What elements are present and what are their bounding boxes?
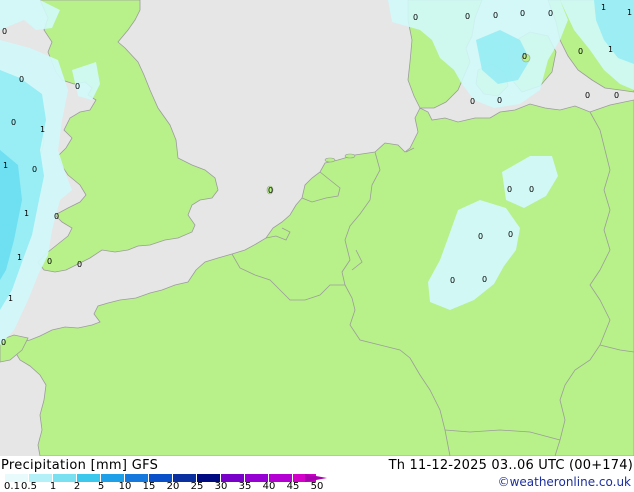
value-label: 0 <box>470 97 475 106</box>
value-label: 0 <box>1 338 6 347</box>
value-label: 0 <box>47 257 52 266</box>
scale-label: 45 <box>286 481 300 492</box>
scale-label: 0.1 <box>4 481 20 492</box>
scale-label: 50 <box>310 481 324 492</box>
value-label: 0 <box>497 96 502 105</box>
value-label: 0 <box>450 276 455 285</box>
value-label: 0 <box>578 47 583 56</box>
map-title: Precipitation [mm] GFS <box>1 458 159 473</box>
map-footer: Precipitation [mm] GFS Th 11-12-2025 03.… <box>0 456 634 492</box>
value-label: 0 <box>508 230 513 239</box>
value-label: 0 <box>493 11 498 20</box>
island <box>344 153 356 159</box>
scale-label: 1 <box>49 481 57 492</box>
value-label: 1 <box>608 45 613 54</box>
forecast-time: Th 11-12-2025 03..06 UTC (00+174) <box>388 458 633 473</box>
value-label: 1 <box>3 161 8 170</box>
value-label: 1 <box>40 125 45 134</box>
value-label: 0 <box>520 9 525 18</box>
value-label: 0 <box>585 91 590 100</box>
value-label: 1 <box>601 3 606 12</box>
map-svg: 1 1 1 1 1 1 1 1 0 0 0 0 0 0 0 0 0 0 0 0 … <box>0 0 634 456</box>
scale-label: 10 <box>118 481 132 492</box>
credit-link[interactable]: ©weatheronline.co.uk <box>498 475 631 489</box>
value-label: 0 <box>11 118 16 127</box>
value-label: 0 <box>548 9 553 18</box>
scale-label: 35 <box>238 481 252 492</box>
value-label: 0 <box>19 75 24 84</box>
scale-label: 0.5 <box>21 481 37 492</box>
value-label: 0 <box>268 186 273 195</box>
value-label: 0 <box>478 232 483 241</box>
scale-label: 15 <box>142 481 156 492</box>
value-label: 0 <box>482 275 487 284</box>
value-label: 1 <box>17 253 22 262</box>
scale-label: 25 <box>190 481 204 492</box>
value-label: 0 <box>529 185 534 194</box>
value-label: 0 <box>614 91 619 100</box>
value-label: 0 <box>75 82 80 91</box>
value-label: 0 <box>54 212 59 221</box>
value-label: 0 <box>522 52 527 61</box>
value-label: 0 <box>77 260 82 269</box>
precipitation-map: 1 1 1 1 1 1 1 1 0 0 0 0 0 0 0 0 0 0 0 0 … <box>0 0 634 456</box>
value-label: 1 <box>627 8 632 17</box>
scale-label: 40 <box>262 481 276 492</box>
value-label: 0 <box>507 185 512 194</box>
value-label: 0 <box>465 12 470 21</box>
scale-label: 2 <box>73 481 81 492</box>
island <box>324 157 336 163</box>
value-label: 0 <box>2 27 7 36</box>
scale-label: 30 <box>214 481 228 492</box>
scale-label: 20 <box>166 481 180 492</box>
value-label: 1 <box>24 209 29 218</box>
value-label: 1 <box>8 294 13 303</box>
value-label: 0 <box>413 13 418 22</box>
value-label: 0 <box>32 165 37 174</box>
scale-labels: 0.1 0.5 1 2 5 10 15 20 25 30 35 40 45 50 <box>0 482 340 492</box>
scale-label: 5 <box>97 481 105 492</box>
